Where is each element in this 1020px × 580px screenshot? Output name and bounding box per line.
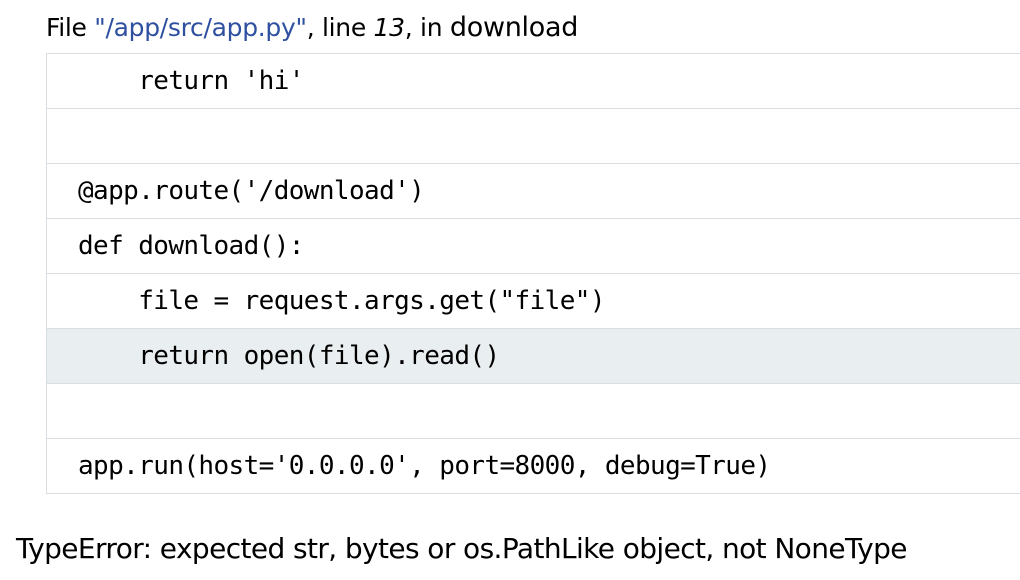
source-line: def download(): [47, 219, 1020, 274]
source-line-current: return open(file).read() [47, 329, 1020, 384]
source-line: file = request.args.get("file") [47, 274, 1020, 329]
source-line [47, 384, 1020, 439]
source-line: @app.route('/download') [47, 164, 1020, 219]
frame-file-prefix: File [46, 13, 95, 42]
source-line-text: return open(file).read() [78, 341, 500, 371]
traceback-frame-header: File "/app/src/app.py", line 13, in down… [46, 12, 578, 43]
source-line [47, 109, 1020, 164]
source-line-text: def download(): [78, 231, 304, 261]
source-line-text: file = request.args.get("file") [78, 286, 605, 316]
source-code-block[interactable]: return 'hi' @app.route('/download') def … [46, 53, 1020, 494]
frame-function-name: download [449, 12, 579, 43]
source-line-text: return 'hi' [78, 66, 304, 96]
source-line-text: app.run(host='0.0.0.0', port=8000, debug… [78, 451, 771, 481]
source-line: return 'hi' [47, 54, 1020, 109]
source-line: app.run(host='0.0.0.0', port=8000, debug… [47, 439, 1020, 494]
source-line-text: @app.route('/download') [78, 176, 425, 206]
exception-message: TypeError: expected str, bytes or os.Pat… [16, 532, 908, 565]
frame-func-prefix: , in [404, 13, 450, 42]
frame-filename[interactable]: "/app/src/app.py" [94, 13, 307, 42]
frame-line-number: 13 [373, 13, 406, 42]
frame-line-prefix: , line [306, 13, 374, 42]
